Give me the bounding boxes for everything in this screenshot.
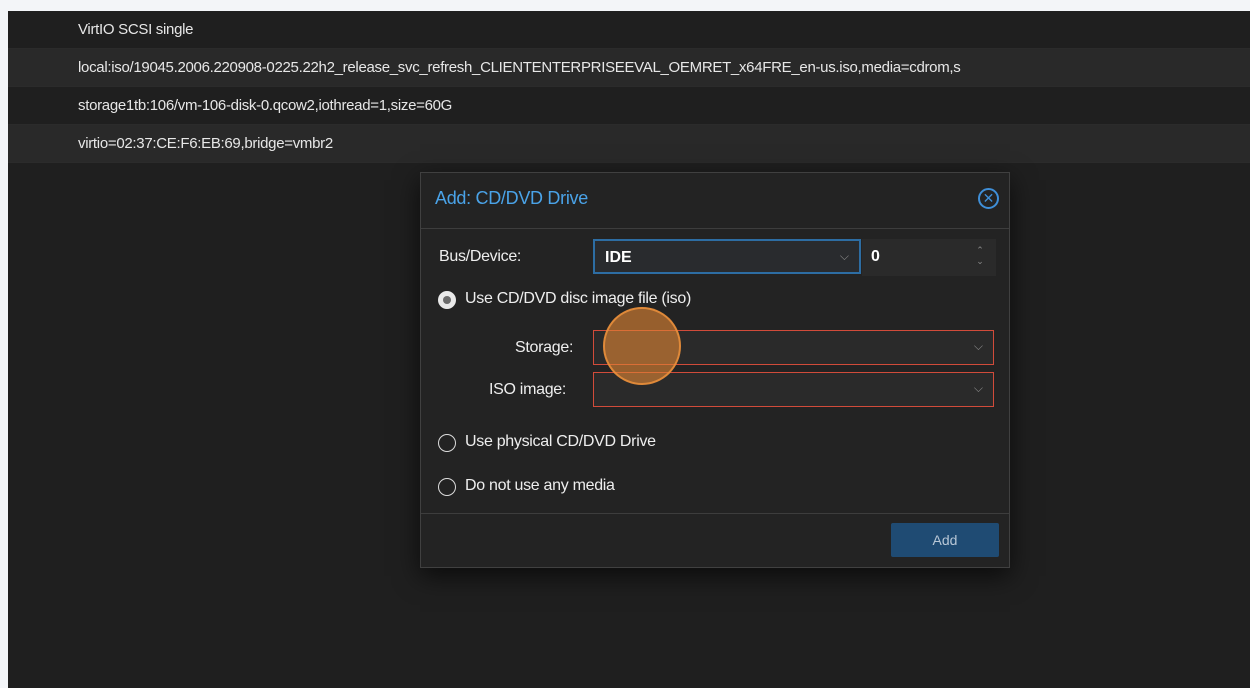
- hardware-row-cd-drive[interactable]: local:iso/19045.2006.220908-0225.22h2_re…: [8, 49, 1250, 87]
- add-cd-dvd-drive-dialog: Add: CD/DVD Drive ✕ Bus/Device: IDE ⌵ 0 …: [420, 172, 1010, 568]
- radio-no-media[interactable]: [438, 478, 456, 496]
- chevron-down-icon[interactable]: ⌵: [840, 249, 849, 264]
- radio-iso-label[interactable]: Use CD/DVD disc image file (iso): [465, 290, 691, 308]
- spinner-arrows-icon[interactable]: ⌃ ⌄: [975, 245, 985, 267]
- radio-no-media-label[interactable]: Do not use any media: [465, 477, 615, 495]
- bus-select[interactable]: IDE ⌵: [593, 239, 861, 274]
- radio-iso[interactable]: [438, 291, 456, 309]
- radio-physical[interactable]: [438, 434, 456, 452]
- hardware-row-network-device[interactable]: virtio=02:37:CE:F6:EB:69,bridge=vmbr2: [8, 125, 1250, 163]
- add-button[interactable]: Add: [891, 523, 999, 557]
- hardware-row-value: virtio=02:37:CE:F6:EB:69,bridge=vmbr2: [78, 135, 333, 152]
- storage-label: Storage:: [515, 339, 574, 356]
- device-number-value: 0: [871, 248, 880, 265]
- chevron-down-icon[interactable]: ⌵: [974, 339, 983, 354]
- dialog-body: Bus/Device: IDE ⌵ 0 ⌃ ⌄ Use CD/DVD disc i…: [421, 229, 1009, 514]
- chevron-down-icon[interactable]: ⌵: [974, 381, 983, 396]
- hardware-row-value: VirtIO SCSI single: [78, 21, 194, 38]
- device-number-spinner[interactable]: 0 ⌃ ⌄: [862, 239, 996, 276]
- hardware-row-scsi-controller[interactable]: VirtIO SCSI single: [8, 11, 1250, 49]
- dialog-header: Add: CD/DVD Drive ✕: [421, 173, 1009, 229]
- storage-select[interactable]: ⌵: [593, 330, 994, 365]
- bus-device-label: Bus/Device:: [439, 248, 522, 265]
- iso-image-label: ISO image:: [489, 381, 567, 398]
- radio-physical-label[interactable]: Use physical CD/DVD Drive: [465, 433, 656, 451]
- hardware-row-value: storage1tb:106/vm-106-disk-0.qcow2,iothr…: [78, 97, 453, 114]
- bus-select-value: IDE: [605, 249, 632, 266]
- iso-image-select[interactable]: ⌵: [593, 372, 994, 407]
- hardware-row-hard-disk[interactable]: storage1tb:106/vm-106-disk-0.qcow2,iothr…: [8, 87, 1250, 125]
- dialog-title: Add: CD/DVD Drive: [435, 188, 588, 208]
- hardware-row-value: local:iso/19045.2006.220908-0225.22h2_re…: [78, 59, 961, 76]
- close-circle-icon[interactable]: ✕: [978, 188, 999, 209]
